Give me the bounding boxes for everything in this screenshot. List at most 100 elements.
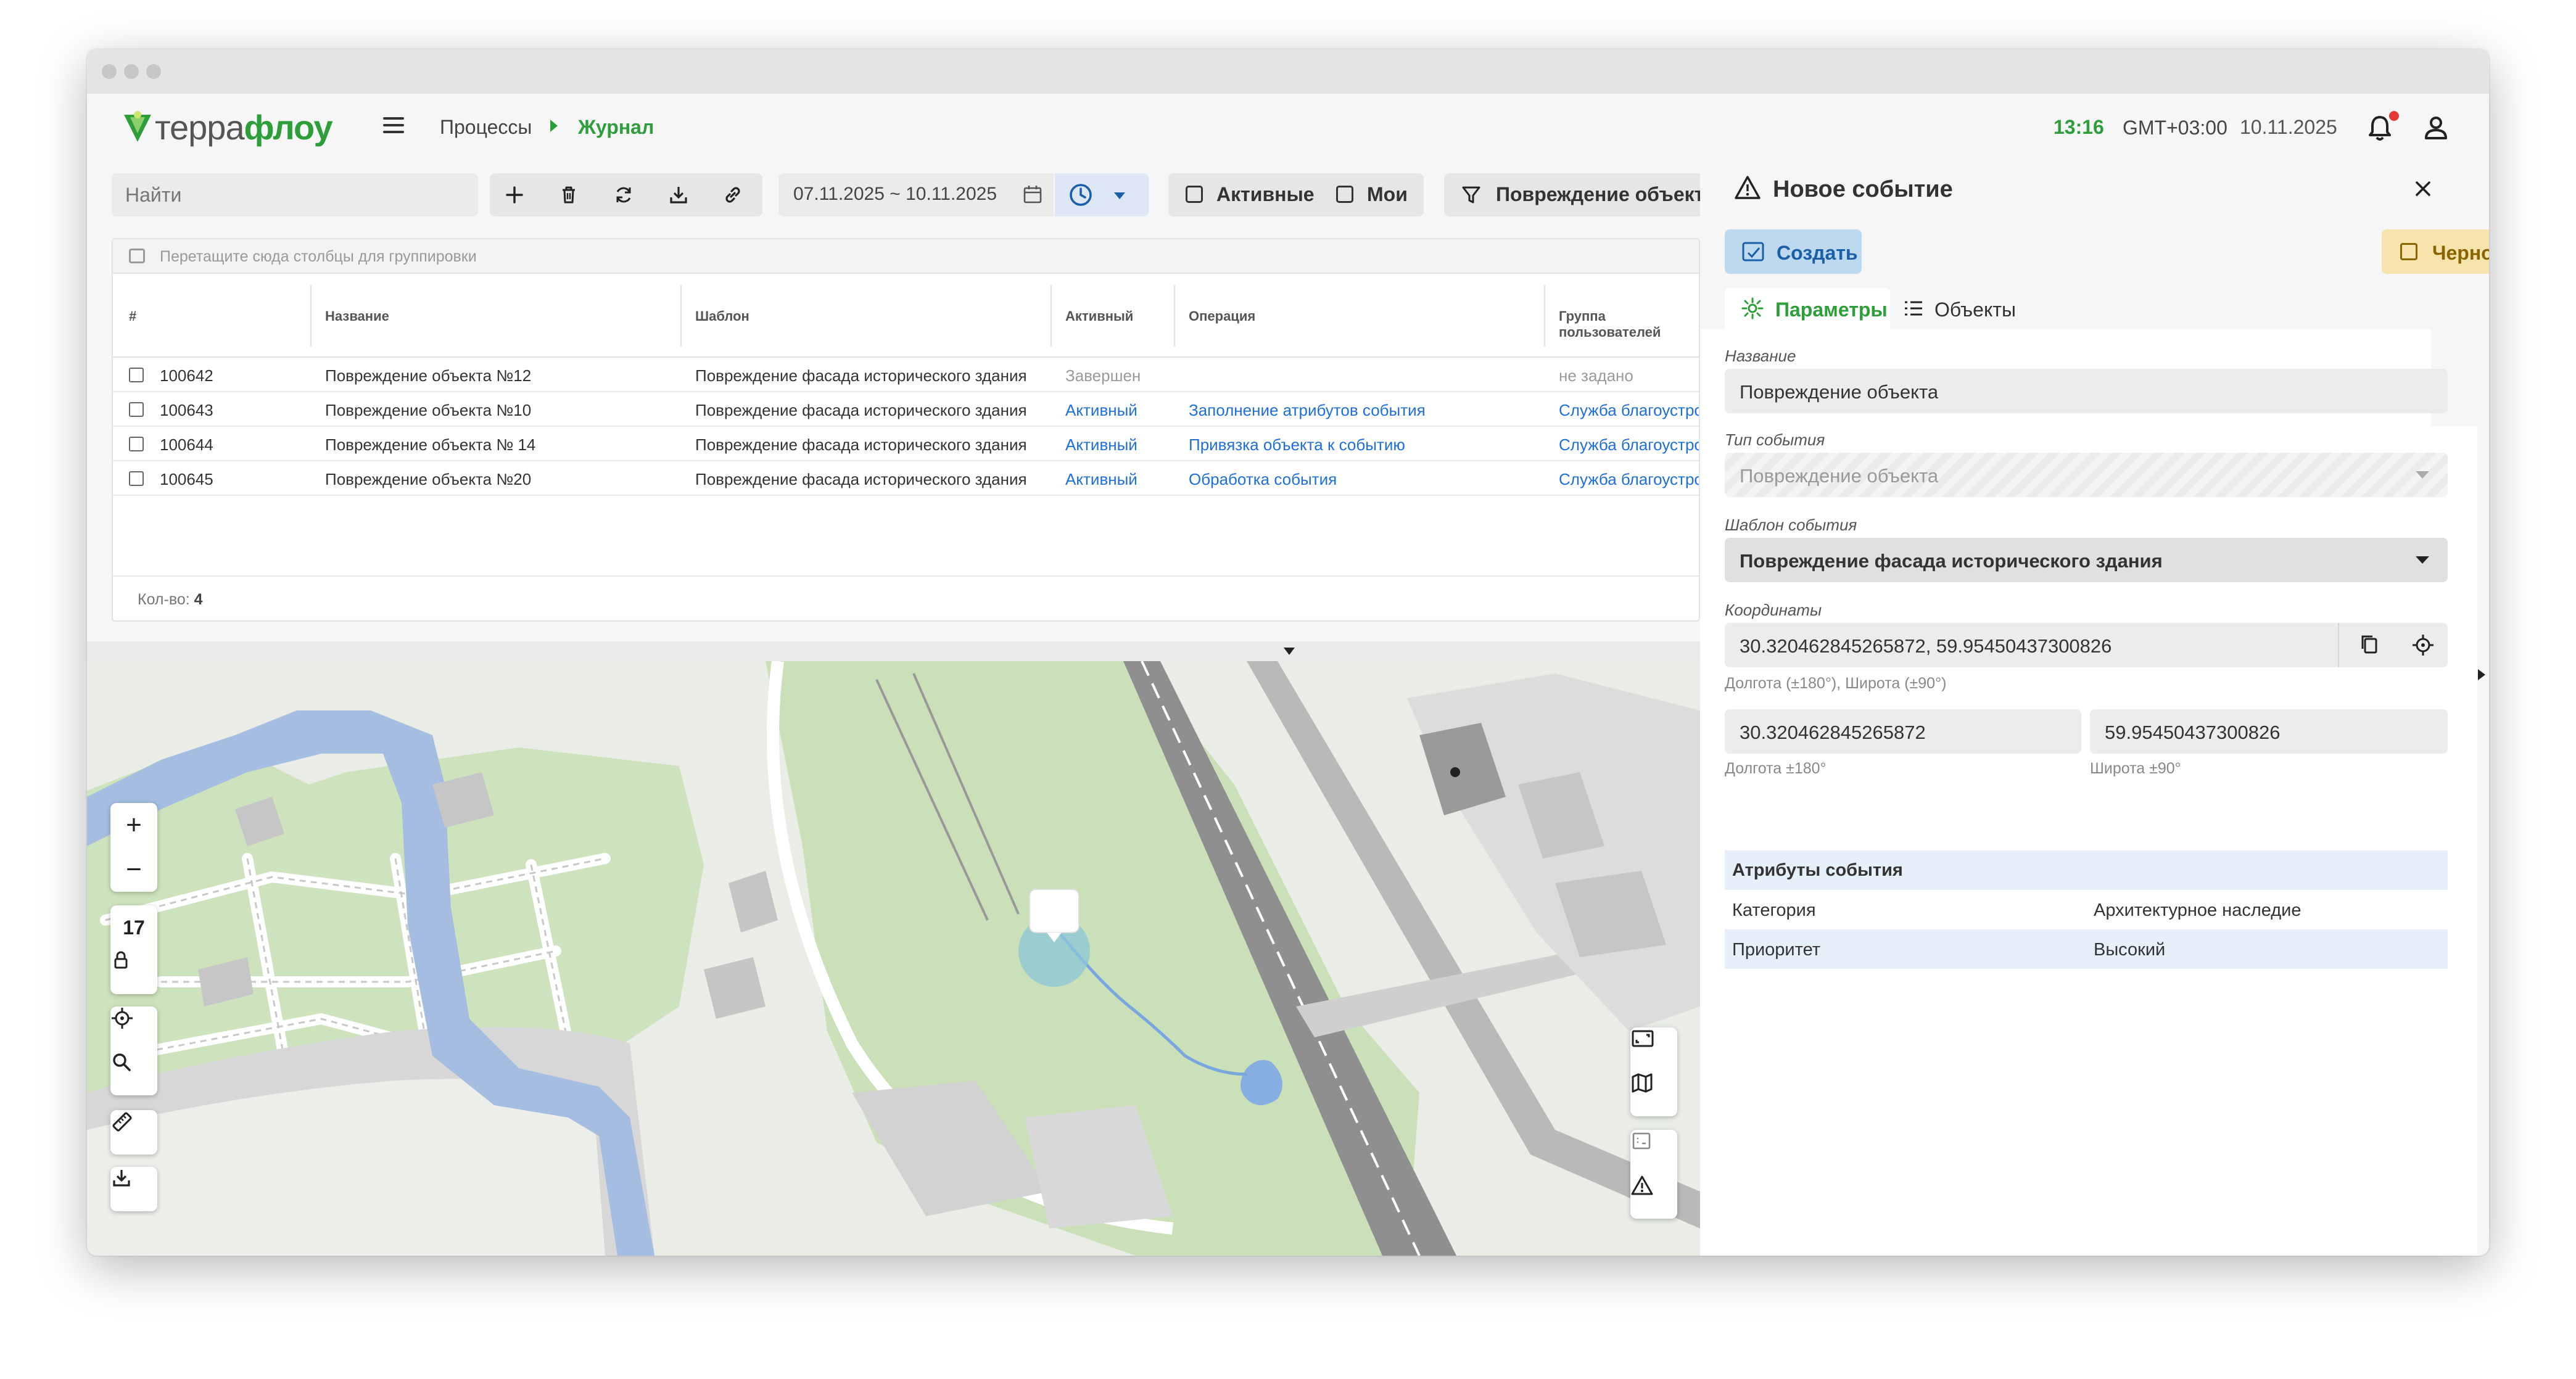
table-row[interactable]: 100644 Повреждение объекта № 14 Поврежде… <box>113 427 1699 461</box>
map-view[interactable]: + − 17 <box>87 661 1700 1256</box>
warning-icon <box>1631 1175 1653 1195</box>
tab-parameters[interactable]: Параметры <box>1725 287 1890 329</box>
panel-expand-icon[interactable] <box>2478 669 2485 680</box>
refresh-button[interactable] <box>609 180 638 210</box>
map-layers-button[interactable] <box>1630 1072 1677 1116</box>
user-icon[interactable] <box>2422 113 2450 142</box>
event-template-select[interactable]: Повреждение фасада исторического здания <box>1725 538 2448 582</box>
lock-icon <box>114 951 128 969</box>
date-range-value: 07.11.2025 ~ 10.11.2025 <box>793 184 997 204</box>
cell-user-group[interactable]: Служба благоустрой <box>1559 435 1699 455</box>
link-button[interactable] <box>718 180 748 210</box>
cell-operation[interactable]: Привязка объекта к событию <box>1189 435 1405 455</box>
map-events-button[interactable] <box>1630 1174 1677 1219</box>
minimize-window-dot[interactable] <box>124 64 139 79</box>
column-header-name[interactable]: Название <box>325 308 389 324</box>
latitude-field[interactable]: 59.95450437300826 <box>2090 709 2448 754</box>
row-checkbox[interactable] <box>129 437 144 451</box>
logo[interactable]: терра флоу <box>120 107 333 147</box>
date-range-picker[interactable]: 07.11.2025 ~ 10.11.2025 <box>778 173 1054 216</box>
cell-user-group[interactable]: Служба благоустрой <box>1559 401 1699 420</box>
delete-button[interactable] <box>554 180 584 210</box>
zoom-level-display: 17 <box>110 905 157 950</box>
map-splitter[interactable] <box>87 641 1700 661</box>
calendar-icon[interactable] <box>1022 183 1044 205</box>
journal-toolbar: 07.11.2025 ~ 10.11.2025 Активные Мои Пов… <box>87 160 1722 220</box>
crosshair-icon[interactable] <box>2411 633 2435 657</box>
measure-button[interactable] <box>110 1110 157 1155</box>
my-location-button[interactable] <box>110 1006 157 1051</box>
breadcrumb-processes[interactable]: Процессы <box>440 116 532 139</box>
map-icon <box>1632 1073 1653 1093</box>
event-attributes-title: Атрибуты события <box>1732 860 1903 880</box>
zoom-out-button[interactable]: − <box>110 847 157 892</box>
table-row[interactable]: 100643 Повреждение объекта №10 Поврежден… <box>113 392 1699 427</box>
column-header-user-group[interactable]: Группа пользователей <box>1559 308 1699 340</box>
column-header-active[interactable]: Активный <box>1065 308 1133 324</box>
map-view-controls <box>1630 1027 1677 1116</box>
select-area-button[interactable] <box>1630 1130 1677 1174</box>
cell-operation[interactable]: Заполнение атрибутов события <box>1189 401 1426 420</box>
longitude-field[interactable]: 30.320462845265872 <box>1725 709 2081 754</box>
select-area-icon <box>1632 1132 1651 1150</box>
zoom-in-button[interactable]: + <box>110 803 157 847</box>
map-canvas[interactable] <box>87 661 1700 1256</box>
coordinates-label: Координаты <box>1725 601 1822 619</box>
breadcrumb-journal[interactable]: Журнал <box>578 116 654 139</box>
map-export-button[interactable] <box>110 1167 157 1211</box>
close-icon[interactable] <box>2409 175 2437 202</box>
maximize-window-dot[interactable] <box>146 64 161 79</box>
collapse-map-icon[interactable] <box>1284 648 1295 655</box>
active-checkbox-label[interactable]: Активные <box>1216 183 1315 206</box>
row-checkbox[interactable] <box>129 368 144 382</box>
cell-user-group[interactable]: Служба благоустрой <box>1559 470 1699 489</box>
active-checkbox[interactable] <box>1186 186 1203 203</box>
group-by-drop-zone[interactable]: Перетащите сюда столбцы для группировки <box>113 239 1699 274</box>
menu-icon[interactable] <box>383 117 404 134</box>
add-button[interactable] <box>500 180 529 210</box>
column-header-id[interactable]: # <box>129 308 136 324</box>
create-button[interactable]: Создать <box>1725 229 1862 274</box>
fullscreen-button[interactable] <box>1630 1027 1677 1072</box>
close-window-dot[interactable] <box>102 64 117 79</box>
logo-text-suffix: флоу <box>244 107 333 147</box>
attribute-value: Высокий <box>2094 940 2166 960</box>
tab-objects[interactable]: Объекты <box>1897 287 2046 329</box>
table-row[interactable]: 100642 Повреждение объекта №12 Поврежден… <box>113 358 1699 392</box>
coordinates-field[interactable]: 30.320462845265872, 59.95450437300826 <box>1725 623 2448 667</box>
type-filter-button[interactable]: Повреждение объекта <box>1444 173 1722 216</box>
copy-icon[interactable] <box>2358 633 2382 657</box>
attribute-row[interactable]: Приоритет Высокий <box>1725 929 2448 969</box>
time-preset-dropdown[interactable] <box>1055 173 1149 216</box>
mine-checkbox[interactable] <box>1336 186 1353 203</box>
new-event-panel: Новое событие Создать Черновик Параметры… <box>1700 160 2489 1256</box>
download-button[interactable] <box>664 180 693 210</box>
row-checkbox[interactable] <box>129 402 144 417</box>
create-button-label: Создать <box>1777 242 1858 264</box>
lock-zoom-button[interactable] <box>110 950 157 994</box>
row-checkbox[interactable] <box>129 471 144 486</box>
event-attributes-header: Атрибуты события <box>1725 850 2448 890</box>
name-field[interactable]: Повреждение объекта <box>1725 369 2448 413</box>
measure-controls <box>110 1110 157 1155</box>
column-divider[interactable] <box>1051 285 1052 347</box>
cell-user-group: не задано <box>1559 366 1633 385</box>
clock-icon <box>1070 184 1092 206</box>
attribute-row[interactable]: Категория Архитектурное наследие <box>1725 890 2448 929</box>
add-icon <box>506 186 523 204</box>
crosshair-icon <box>112 1008 133 1029</box>
column-header-template[interactable]: Шаблон <box>695 308 749 324</box>
cell-operation[interactable]: Обработка события <box>1189 470 1337 489</box>
column-divider[interactable] <box>1544 285 1545 347</box>
column-divider[interactable] <box>310 285 312 347</box>
column-divider[interactable] <box>680 285 682 347</box>
fullscreen-icon <box>1632 1030 1654 1047</box>
search-input[interactable] <box>112 173 478 216</box>
list-icon <box>1905 301 1922 316</box>
mine-checkbox-label[interactable]: Мои <box>1367 183 1408 206</box>
map-search-button[interactable] <box>110 1051 157 1095</box>
column-divider[interactable] <box>1174 285 1175 347</box>
draft-button[interactable]: Черновик <box>2382 229 2489 274</box>
table-row[interactable]: 100645 Повреждение объекта №20 Поврежден… <box>113 461 1699 496</box>
column-header-operation[interactable]: Операция <box>1189 308 1255 324</box>
